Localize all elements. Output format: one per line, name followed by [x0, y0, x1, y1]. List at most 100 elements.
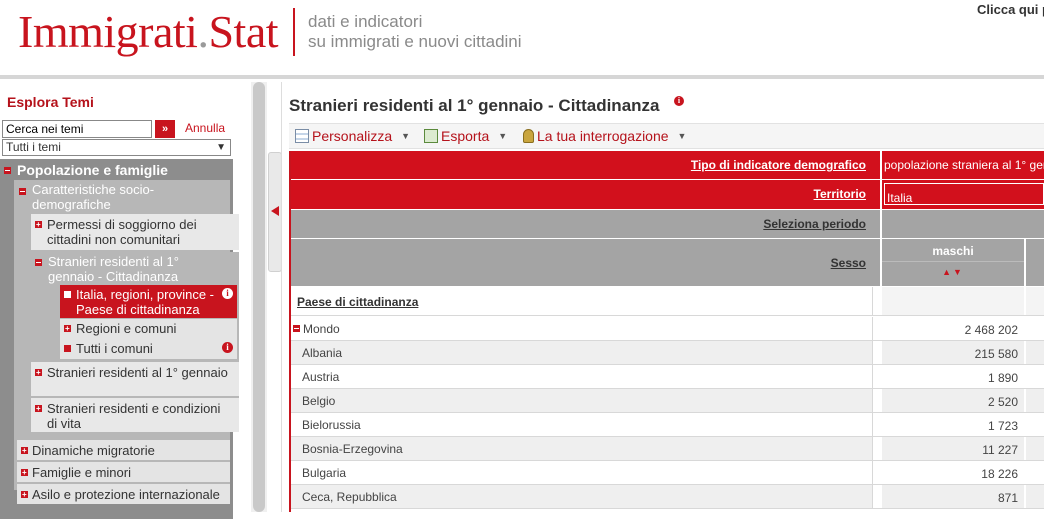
table-row: Austria 1 890 [289, 365, 1044, 389]
dimension-value-cell [882, 210, 1044, 238]
tagline-line-1: dati e indicatori [308, 12, 423, 31]
theme-select-value: Tutti i temi [6, 140, 61, 154]
info-icon[interactable]: i [222, 288, 233, 299]
value-text: 11 227 [982, 443, 1018, 457]
expand-icon[interactable] [35, 369, 42, 376]
tree-item-stranieri-header[interactable]: Stranieri residenti al 1° gennaio - Citt… [31, 252, 239, 284]
header-divider [882, 261, 1024, 262]
territorio-select[interactable]: Italia [884, 183, 1044, 205]
column-separator [872, 437, 873, 460]
interrogazione-menu[interactable]: La tua interrogazione ▼ [523, 128, 686, 144]
tree-item-label: Dinamiche migratorie [32, 443, 155, 458]
theme-select[interactable]: Tutti i temi ▼ [2, 139, 231, 156]
chevron-down-icon: ▼ [401, 131, 411, 141]
expand-icon[interactable] [64, 325, 71, 332]
row-label-cell: Austria [289, 365, 872, 388]
column-header-maschi: maschi ▲▼ [882, 239, 1024, 286]
row-label-cell: Belgio [289, 389, 872, 412]
value-cell: 871 [882, 485, 1024, 508]
sidebar-scrollbar[interactable] [251, 82, 267, 512]
search-go-button[interactable]: » [155, 120, 175, 138]
seleziona-periodo-link[interactable]: Seleziona periodo [763, 217, 866, 231]
column-separator [872, 287, 873, 315]
scrollbar-thumb[interactable] [253, 82, 265, 512]
tree-item-popolazione[interactable]: Popolazione e famiglie [4, 162, 232, 180]
personalizza-menu[interactable]: Personalizza ▼ [295, 128, 410, 144]
dimension-label-territorio[interactable]: Territorio [814, 187, 866, 201]
country-name: Austria [302, 370, 340, 384]
header-divider [0, 75, 1044, 79]
site-header: Immigrati.Stat dati e indicatori su immi… [0, 0, 1044, 76]
sidebar-collapse-handle[interactable] [268, 152, 282, 272]
tree-item-condizioni-vita[interactable]: Stranieri residenti e condizioni di vita [31, 398, 239, 432]
expand-icon[interactable] [35, 405, 42, 412]
column-separator [872, 485, 873, 508]
page-title: Stranieri residenti al 1° gennaio - Citt… [289, 96, 660, 115]
tree-item-permessi[interactable]: Permessi di soggiorno dei cittadini non … [31, 214, 239, 250]
logo-text-immigrati: Immigrati [18, 6, 198, 57]
export-icon [424, 129, 438, 143]
menu-label: Esporta [441, 128, 490, 144]
empty-cell [1026, 437, 1044, 460]
tree-item-stranieri-residenti[interactable]: Stranieri residenti al 1° gennaio [31, 362, 239, 396]
panel-divider [281, 82, 282, 512]
top-right-link[interactable]: Clicca qui p [977, 2, 1044, 17]
collapse-icon[interactable] [293, 325, 300, 332]
row-label-cell: Bulgaria [289, 461, 872, 484]
tree-item-caratteristiche-header[interactable]: Caratteristiche socio-demografiche [14, 180, 230, 212]
info-icon[interactable]: i [222, 342, 233, 353]
dimension-label-tipo[interactable]: Tipo di indicatore demografico [691, 158, 866, 172]
value-cell: 215 580 [882, 341, 1024, 364]
country-name: Bielorussia [302, 418, 361, 432]
leaf-bullet-icon [64, 291, 71, 298]
expand-icon[interactable] [21, 447, 28, 454]
menu-label: Personalizza [312, 128, 393, 144]
country-name: Belgio [302, 394, 336, 408]
expand-icon[interactable] [21, 469, 28, 476]
sidebar-title: Esplora Temi [7, 94, 94, 110]
column-header-label: maschi [932, 244, 974, 258]
customize-icon [295, 129, 309, 143]
tree-item-asilo[interactable]: Asilo e protezione internazionale [17, 484, 230, 504]
collapse-icon[interactable] [35, 259, 42, 266]
site-logo[interactable]: Immigrati.Stat [18, 6, 279, 58]
dimension-label-cell: Tipo di indicatore demografico [289, 151, 880, 179]
value-text: 18 226 [981, 467, 1018, 481]
paese-cittadinanza-link[interactable]: Paese di cittadinanza [297, 295, 418, 309]
tree-item-dinamiche[interactable]: Dinamiche migratorie [17, 440, 230, 460]
dimension-value-cell: Italia [882, 180, 1044, 209]
tree-item-regioni-comuni[interactable]: Regioni e comuni [60, 319, 237, 339]
user-icon [523, 129, 534, 143]
column-separator [872, 389, 873, 412]
dimension-value-cell: popolazione straniera al 1° gen [882, 151, 1044, 179]
table-row: Bosnia-Erzegovina 11 227 [289, 437, 1044, 461]
tree-item-italia-selected[interactable]: Italia, regioni, province - Paese di cit… [60, 285, 237, 318]
value-cell: 18 226 [882, 461, 1024, 484]
tagline-line-2: su immigrati e nuovi cittadini [308, 32, 522, 51]
expand-icon[interactable] [21, 491, 28, 498]
row-label-cell: Albania [289, 341, 872, 364]
esporta-menu[interactable]: Esporta ▼ [424, 128, 507, 144]
country-name: Mondo [303, 322, 340, 336]
theme-search-input[interactable] [2, 120, 152, 138]
logo-separator [293, 8, 295, 56]
collapse-icon[interactable] [19, 188, 26, 195]
tree-item-stranieri-cittadinanza: Stranieri residenti al 1° gennaio - Citt… [31, 252, 239, 422]
tree-item-label: Popolazione e famiglie [17, 162, 168, 178]
menu-label: La tua interrogazione [537, 128, 669, 144]
search-cancel-link[interactable]: Annulla [185, 121, 225, 135]
sort-arrows-icon[interactable]: ▲▼ [882, 267, 1024, 277]
info-icon[interactable]: i [674, 96, 684, 106]
tree-item-label: Regioni e comuni [76, 321, 177, 336]
territorio-select-value: Italia [887, 191, 913, 205]
tree-item-famiglie[interactable]: Famiglie e minori [17, 462, 230, 482]
site-tagline: dati e indicatori su immigrati e nuovi c… [308, 12, 522, 52]
collapse-icon[interactable] [4, 167, 11, 174]
chevron-down-icon: ▼ [677, 131, 687, 141]
dimension-value-tipo[interactable]: popolazione straniera al 1° gen [884, 158, 1044, 172]
expand-icon[interactable] [35, 221, 42, 228]
dimension-label-sesso[interactable]: Sesso [831, 256, 866, 270]
tree-item-label: Italia, regioni, province - Paese di cit… [76, 287, 215, 317]
logo-text-stat: Stat [208, 6, 279, 57]
tree-item-tutti-comuni[interactable]: Tutti i comuni i [60, 339, 237, 359]
